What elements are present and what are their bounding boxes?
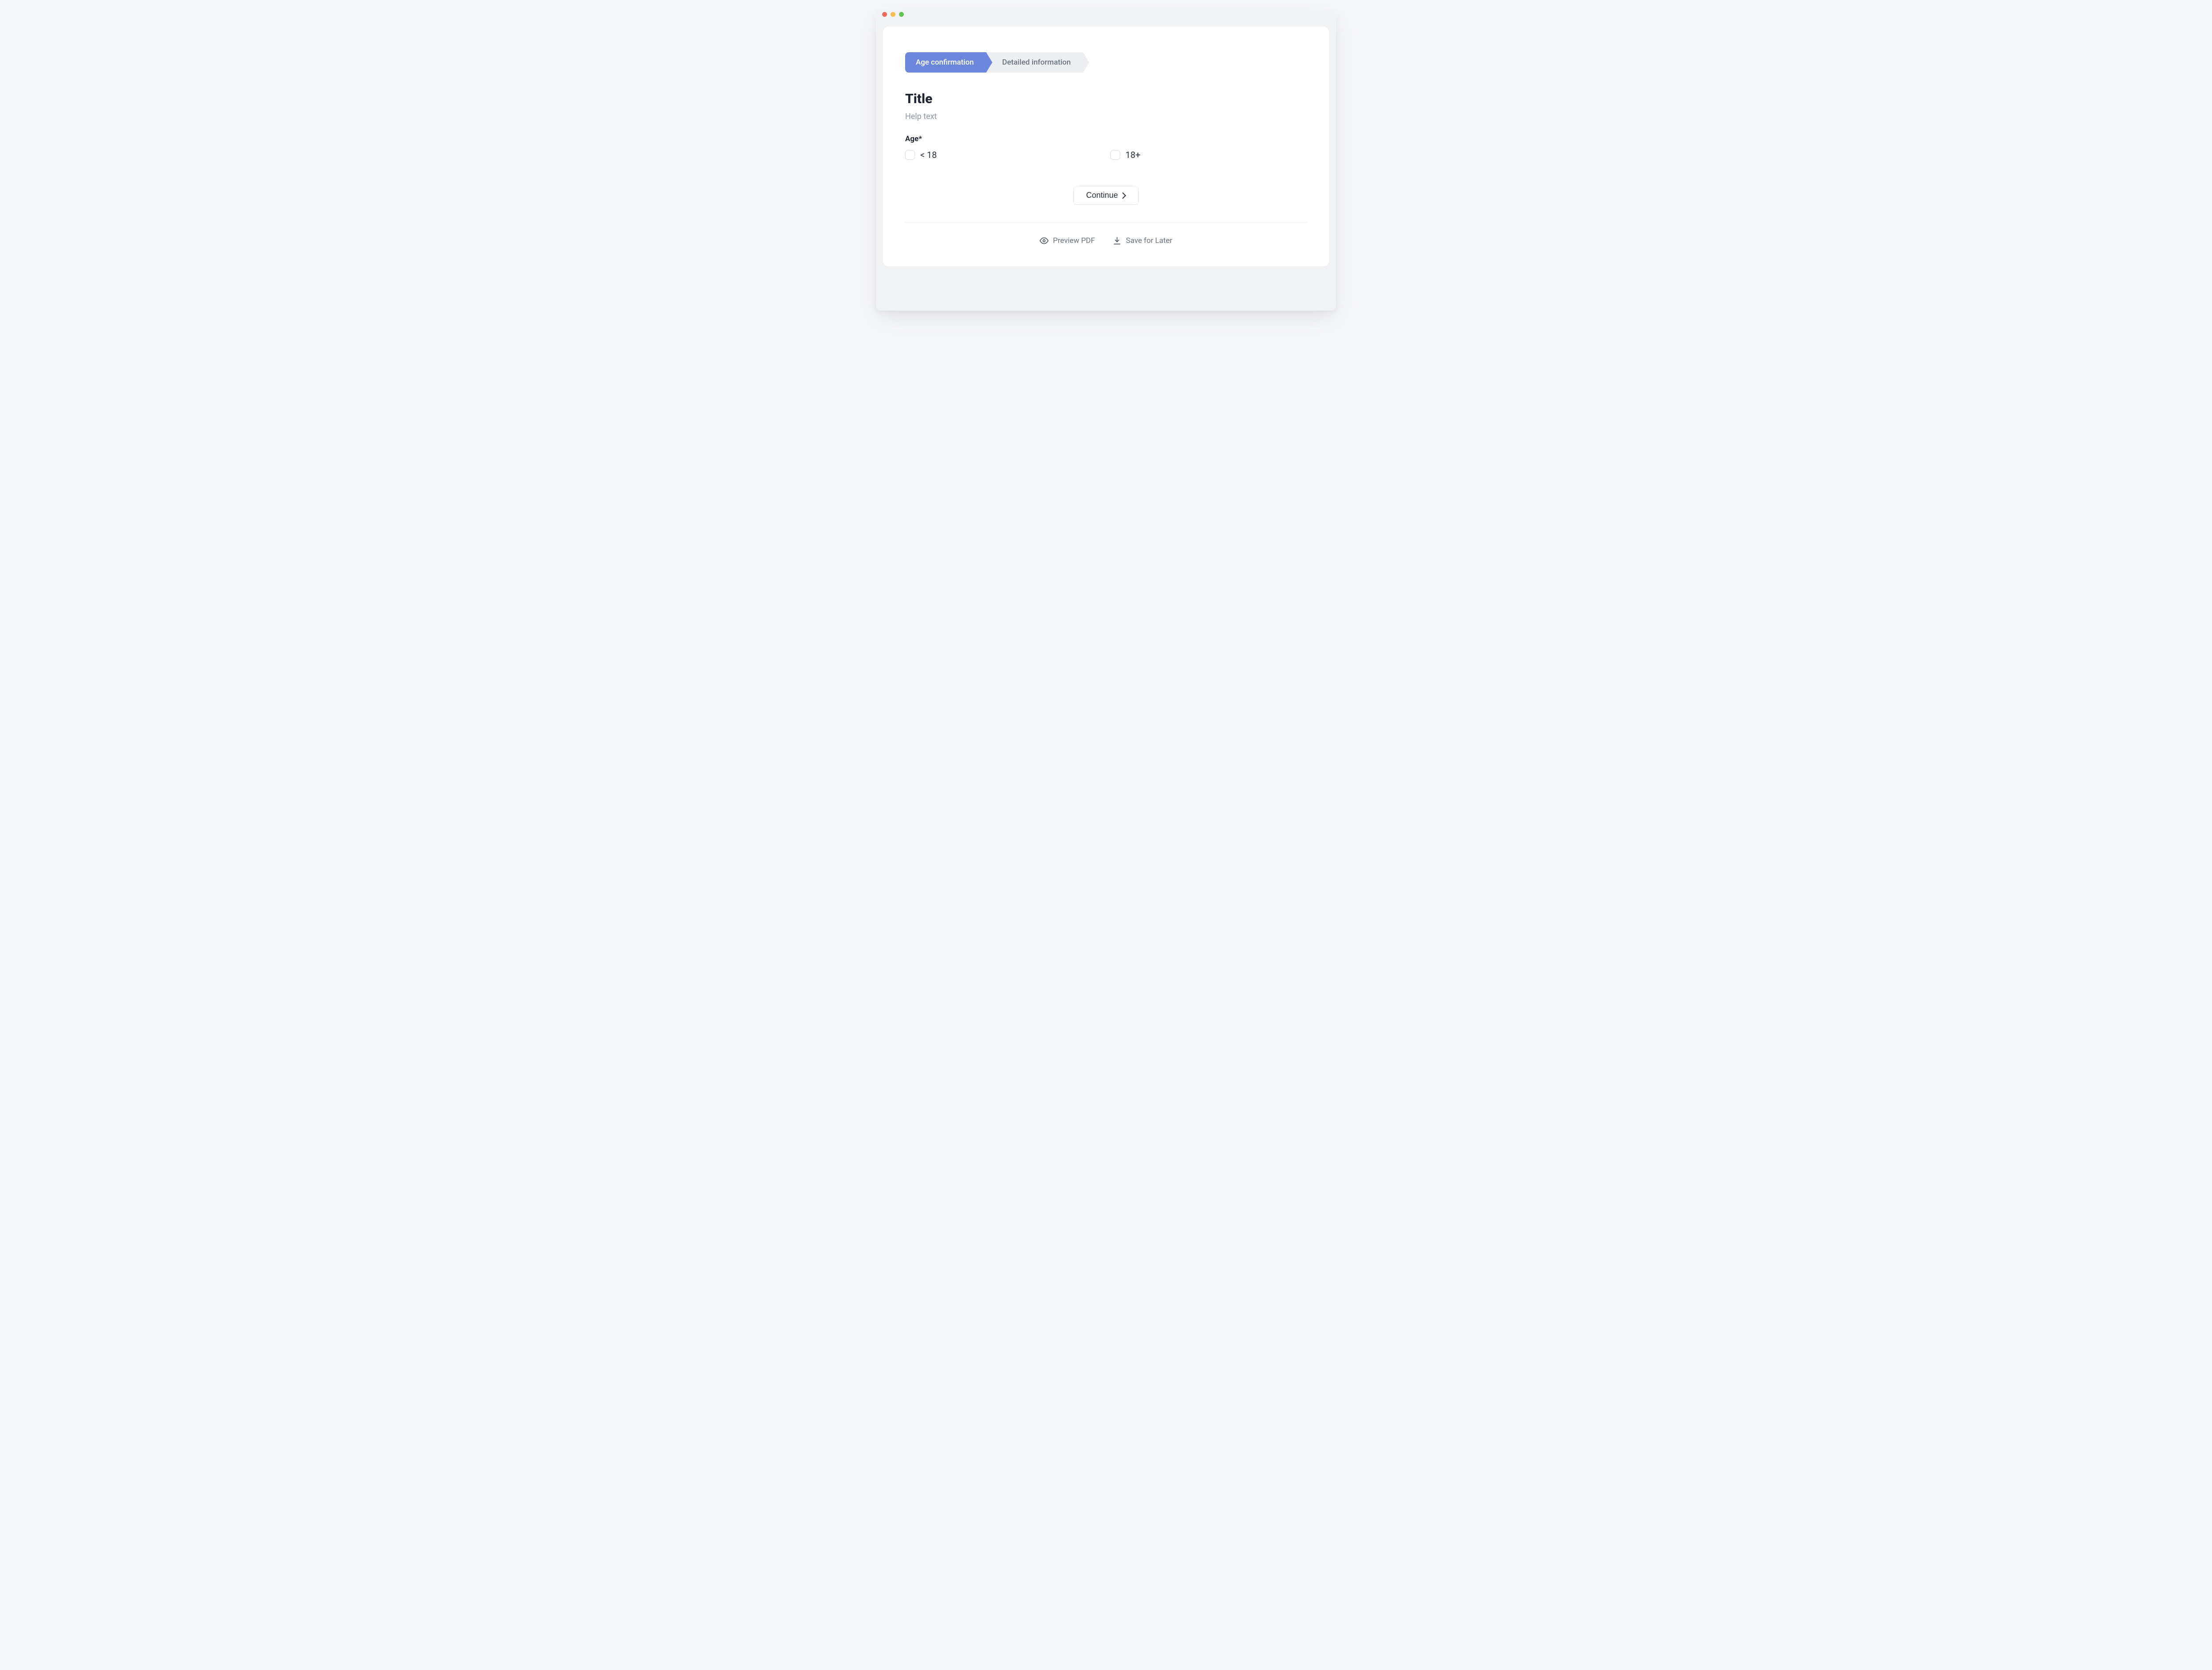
step-age-confirmation[interactable]: Age confirmation — [905, 52, 986, 73]
window-titlebar — [876, 9, 1336, 19]
option-label: < 18 — [920, 150, 937, 160]
chevron-right-icon — [1122, 192, 1126, 199]
maximize-icon[interactable] — [899, 12, 904, 17]
step-detailed-information[interactable]: Detailed information — [986, 52, 1083, 73]
step-label: Detailed information — [1002, 58, 1071, 67]
field-label-age: Age* — [905, 135, 1307, 143]
chevron-right-icon — [986, 52, 992, 73]
option-18-plus[interactable]: 18+ — [1110, 150, 1307, 160]
close-icon[interactable] — [882, 12, 887, 17]
form-card: Age confirmation Detailed information Ti… — [883, 27, 1329, 266]
app-window: Age confirmation Detailed information Ti… — [876, 9, 1336, 311]
checkbox[interactable] — [905, 150, 915, 160]
option-under-18[interactable]: < 18 — [905, 150, 1102, 160]
minimize-icon[interactable] — [891, 12, 895, 17]
eye-icon — [1040, 236, 1048, 245]
help-text: Help text — [905, 112, 1307, 121]
option-label: 18+ — [1125, 150, 1141, 160]
step-label: Age confirmation — [916, 58, 974, 67]
chevron-right-icon — [1083, 52, 1089, 73]
age-options: < 18 18+ — [905, 150, 1307, 160]
preview-pdf-label: Preview PDF — [1053, 236, 1095, 245]
footer-actions: Preview PDF Save for Later — [905, 236, 1307, 245]
continue-wrap: Continue — [905, 186, 1307, 205]
save-for-later-label: Save for Later — [1126, 236, 1172, 245]
stepper: Age confirmation Detailed information — [905, 52, 1307, 73]
download-icon — [1113, 236, 1121, 245]
checkbox[interactable] — [1110, 150, 1120, 160]
page-title: Title — [905, 91, 1307, 107]
save-for-later-link[interactable]: Save for Later — [1113, 236, 1172, 245]
preview-pdf-link[interactable]: Preview PDF — [1040, 236, 1095, 245]
continue-button[interactable]: Continue — [1073, 186, 1139, 205]
continue-label: Continue — [1086, 191, 1118, 200]
